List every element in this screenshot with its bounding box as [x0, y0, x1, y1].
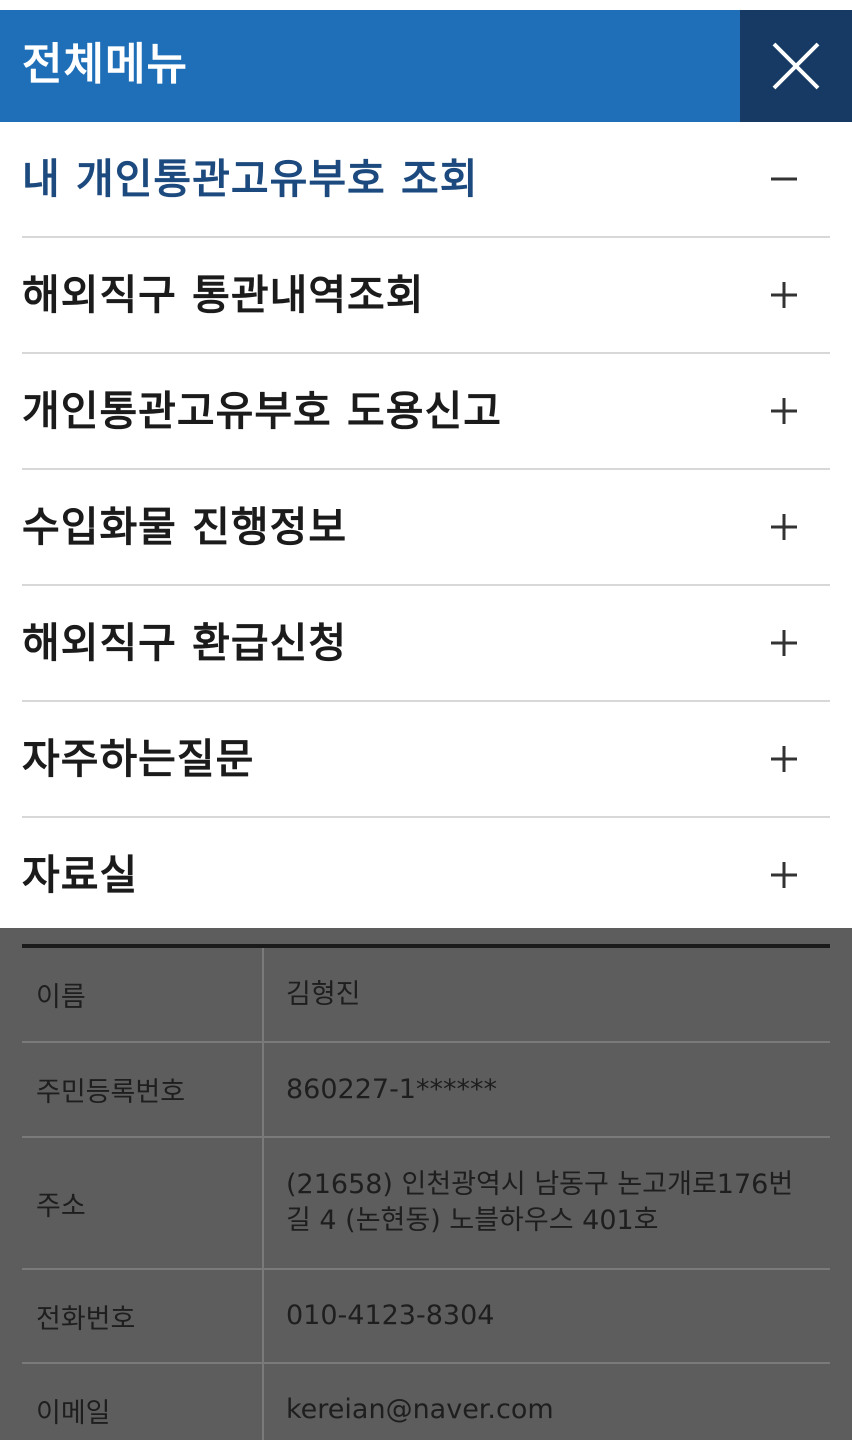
resident-number-label: 주민등록번호 — [22, 1043, 264, 1136]
email-value: kereian@naver.com — [286, 1394, 554, 1425]
menu-item-label: 자료실 — [22, 851, 139, 899]
name-label: 이름 — [22, 948, 264, 1041]
plus-icon[interactable] — [770, 745, 798, 773]
address-value: (21658) 인천광역시 남동구 논고개로176번 길 4 (논현동) 노블하… — [264, 1138, 830, 1268]
close-icon — [772, 42, 820, 90]
menu-item-library[interactable]: 자료실 — [22, 818, 830, 932]
resident-number-value: 860227-1****** — [286, 1073, 497, 1105]
table-row: 주민등록번호 860227-1****** — [22, 1043, 830, 1138]
address-label: 주소 — [22, 1138, 264, 1268]
menu-item-label: 해외직구 통관내역조회 — [22, 271, 425, 319]
plus-icon[interactable] — [770, 629, 798, 657]
plus-icon[interactable] — [770, 281, 798, 309]
menu-header: 전체메뉴 — [0, 10, 852, 122]
status-strip — [0, 0, 852, 10]
table-row: 주소 (21658) 인천광역시 남동구 논고개로176번 길 4 (논현동) … — [22, 1138, 830, 1270]
address-line-1: (21658) 인천광역시 남동구 논고개로176번 — [286, 1169, 794, 1200]
plus-icon[interactable] — [770, 513, 798, 541]
personal-info-table: 이름 김형진 주민등록번호 860227-1****** 주소 (21658) … — [22, 944, 830, 1440]
menu-item-import-cargo[interactable]: 수입화물 진행정보 — [22, 470, 830, 586]
table-row: 전화번호 010-4123-8304 — [22, 1270, 830, 1364]
phone-label: 전화번호 — [22, 1270, 264, 1362]
close-button[interactable] — [740, 10, 852, 122]
email-label: 이메일 — [22, 1364, 264, 1440]
menu-item-label: 수입화물 진행정보 — [22, 503, 348, 551]
name-value: 김형진 — [286, 978, 361, 1010]
phone-value: 010-4123-8304 — [286, 1300, 495, 1331]
full-menu: 내 개인통관고유부호 조회 해외직구 통관내역조회 개인통관고유부호 도용신고 … — [0, 122, 852, 928]
address-line-2: 길 4 (논현동) 노블하우스 401호 — [286, 1205, 659, 1236]
table-row: 이름 김형진 — [22, 948, 830, 1043]
page: 전체메뉴 내 개인통관고유부호 조회 해외직구 통관내역조회 개인통관고유부호 … — [0, 0, 852, 1440]
plus-icon[interactable] — [770, 397, 798, 425]
menu-item-faq[interactable]: 자주하는질문 — [22, 702, 830, 818]
menu-item-label: 자주하는질문 — [22, 735, 255, 783]
menu-item-customs-code-lookup[interactable]: 내 개인통관고유부호 조회 — [22, 122, 830, 238]
menu-item-refund[interactable]: 해외직구 환급신청 — [22, 586, 830, 702]
minus-icon[interactable] — [770, 165, 798, 193]
table-row: 이메일 kereian@naver.com — [22, 1364, 830, 1440]
menu-item-theft-report[interactable]: 개인통관고유부호 도용신고 — [22, 354, 830, 470]
menu-item-customs-history[interactable]: 해외직구 통관내역조회 — [22, 238, 830, 354]
menu-item-label: 개인통관고유부호 도용신고 — [22, 387, 502, 435]
menu-item-label: 해외직구 환급신청 — [22, 619, 348, 667]
page-title: 전체메뉴 — [22, 39, 188, 90]
plus-icon[interactable] — [770, 861, 798, 889]
menu-item-label: 내 개인통관고유부호 조회 — [22, 155, 479, 203]
